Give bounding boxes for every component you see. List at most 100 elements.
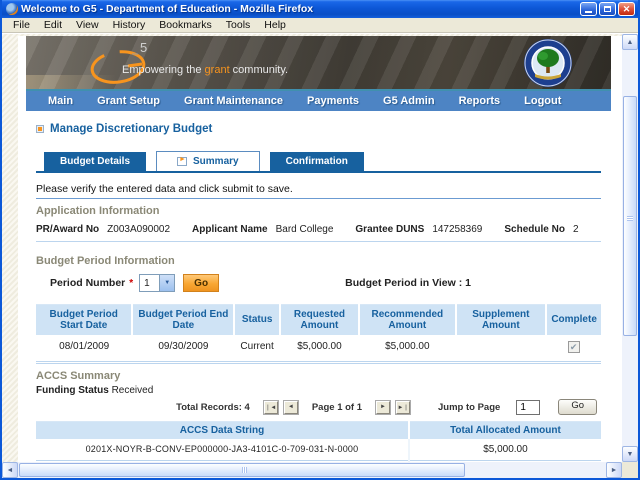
banner-tagline: Empowering the grant community. xyxy=(122,64,289,76)
jump-go-button[interactable]: Go xyxy=(558,399,597,415)
period-number-label: Period Number xyxy=(50,277,126,289)
period-selector-row: Period Number * 1 ▼ Go Budget Period in … xyxy=(36,274,601,292)
scroll-down-icon[interactable]: ▼ xyxy=(622,446,638,462)
recommended-cell: $5,000.00 xyxy=(385,341,430,352)
col-complete: Complete xyxy=(546,304,601,335)
nav-grant-setup[interactable]: Grant Setup xyxy=(97,95,160,107)
grantee-duns-value: 147258369 xyxy=(432,224,483,235)
nav-logout[interactable]: Logout xyxy=(524,95,561,107)
pr-award-label: PR/Award No xyxy=(36,224,100,235)
menu-bookmarks[interactable]: Bookmarks xyxy=(152,18,219,32)
menu-help[interactable]: Help xyxy=(257,18,293,32)
col-accs-data-string: ACCS Data String xyxy=(36,421,410,439)
tab-bar: Budget Details Summary Confirmation xyxy=(36,151,601,173)
tab-summary[interactable]: Summary xyxy=(156,151,260,171)
active-tab-icon xyxy=(177,156,188,166)
scroll-up-icon[interactable]: ▲ xyxy=(622,34,638,50)
close-button[interactable]: ✕ xyxy=(618,2,635,16)
applicant-name-value: Bard College xyxy=(275,224,334,235)
menu-edit[interactable]: Edit xyxy=(37,18,69,32)
horizontal-scroll-thumb[interactable] xyxy=(19,463,466,477)
status-cell: Current xyxy=(240,341,274,352)
next-page-button[interactable]: ► xyxy=(375,399,392,415)
funding-status-label: Funding Status xyxy=(36,384,109,396)
period-number-select[interactable]: 1 ▼ xyxy=(139,274,176,292)
divider xyxy=(36,360,601,364)
scroll-left-icon[interactable]: ◄ xyxy=(2,462,18,478)
end-date-cell: 09/30/2009 xyxy=(158,341,209,352)
funding-status-value: Received xyxy=(111,384,154,396)
col-supplement: Supplement Amount xyxy=(455,304,548,335)
nav-g5-admin[interactable]: G5 Admin xyxy=(383,95,435,107)
total-records: Total Records: 4 xyxy=(176,401,250,413)
complete-checkbox[interactable]: ✔ xyxy=(567,340,580,353)
application-info-fields: PR/Award No Z003A090002 Applicant Name B… xyxy=(36,224,601,235)
jump-to-page-label: Jump to Page xyxy=(438,401,501,413)
window-title: Welcome to G5 - Department of Education … xyxy=(21,3,314,15)
start-date-cell: 08/01/2009 xyxy=(59,341,110,352)
col-end-date: Budget Period End Date xyxy=(132,304,236,335)
funding-status-row: Funding Status Received xyxy=(36,385,601,396)
grantee-duns-label: Grantee DUNS xyxy=(355,224,425,235)
budget-period-title: Budget Period Information xyxy=(36,255,175,267)
g5-banner: 5 Empowering the grant community. xyxy=(26,36,611,89)
scrollbar-corner xyxy=(622,462,638,478)
page-indicator: Page 1 of 1 xyxy=(311,401,363,413)
divider xyxy=(36,241,601,242)
menu-file[interactable]: File xyxy=(6,18,37,32)
vertical-scroll-thumb[interactable] xyxy=(623,96,637,336)
page-title: Manage Discretionary Budget xyxy=(50,123,213,135)
applicant-name-label: Applicant Name xyxy=(192,224,268,235)
period-go-button[interactable]: Go xyxy=(183,274,220,292)
application-info-title: Application Information xyxy=(36,205,160,217)
menu-history[interactable]: History xyxy=(106,18,153,32)
restore-button[interactable] xyxy=(599,2,616,16)
menu-bar: File Edit View History Bookmarks Tools H… xyxy=(2,18,638,33)
prev-page-button[interactable]: ◄ xyxy=(282,399,299,415)
accs-amount-cell: $5,000.00 xyxy=(408,438,601,461)
minimize-button[interactable] xyxy=(580,2,597,16)
complete-cell: ✔ xyxy=(546,335,601,359)
last-page-button[interactable]: ►❘ xyxy=(395,399,412,415)
menu-tools[interactable]: Tools xyxy=(219,18,258,32)
title-bar: Welcome to G5 - Department of Education … xyxy=(2,0,638,18)
menu-view[interactable]: View xyxy=(69,18,106,32)
bullet-icon xyxy=(36,125,44,133)
horizontal-scrollbar[interactable]: ◄ ► xyxy=(2,462,622,478)
vertical-scrollbar[interactable]: ▲ ▼ xyxy=(622,34,638,462)
pr-award-value: Z003A090002 xyxy=(107,224,171,235)
accs-table: ACCS Data String Total Allocated Amount … xyxy=(36,420,601,462)
page-title-row: Manage Discretionary Budget xyxy=(36,123,601,135)
accs-summary-title: ACCS Summary xyxy=(36,369,121,382)
supplement-cell xyxy=(456,335,547,359)
firefox-icon xyxy=(6,3,18,15)
col-requested: Requested Amount xyxy=(279,304,361,335)
chevron-down-icon[interactable]: ▼ xyxy=(159,275,175,291)
schedule-no-label: Schedule No xyxy=(504,224,565,235)
accs-string-cell: 0201X-NOYR-B-CONV-EP000000-JA3-4101C-0-7… xyxy=(36,438,410,461)
nav-reports[interactable]: Reports xyxy=(459,95,501,107)
col-recommended: Recommended Amount xyxy=(359,304,457,335)
nav-payments[interactable]: Payments xyxy=(307,95,359,107)
pagination-bar: Total Records: 4 ❘◄ ◄ Page 1 of 1 ► ►❘ J… xyxy=(36,398,601,417)
browser-viewport: 5 Empowering the grant community. Main G… xyxy=(2,34,638,478)
tab-confirmation[interactable]: Confirmation xyxy=(269,152,364,171)
col-start-date: Budget Period Start Date xyxy=(36,304,134,335)
nav-main[interactable]: Main xyxy=(48,95,73,107)
schedule-no-value: 2 xyxy=(572,224,579,235)
required-marker: * xyxy=(129,277,134,289)
budget-period-table: Budget Period Start Date Budget Period E… xyxy=(36,304,601,359)
main-nav: Main Grant Setup Grant Maintenance Payme… xyxy=(26,89,611,111)
svg-text:5: 5 xyxy=(140,40,147,55)
requested-cell: $5,000.00 xyxy=(297,341,342,352)
first-page-button[interactable]: ❘◄ xyxy=(262,399,279,415)
budget-period-in-view: Budget Period in View : 1 xyxy=(345,277,471,289)
accs-row: 0201X-NOYR-B-CONV-EP000000-JA3-4101C-0-7… xyxy=(36,438,601,461)
tab-budget-details[interactable]: Budget Details xyxy=(44,152,147,171)
browser-window: Welcome to G5 - Department of Education … xyxy=(0,0,640,480)
jump-to-page-input[interactable] xyxy=(516,399,541,415)
nav-grant-maintenance[interactable]: Grant Maintenance xyxy=(184,95,283,107)
dept-education-seal-icon xyxy=(523,38,573,89)
col-status: Status xyxy=(234,304,281,335)
scroll-right-icon[interactable]: ► xyxy=(606,462,622,478)
